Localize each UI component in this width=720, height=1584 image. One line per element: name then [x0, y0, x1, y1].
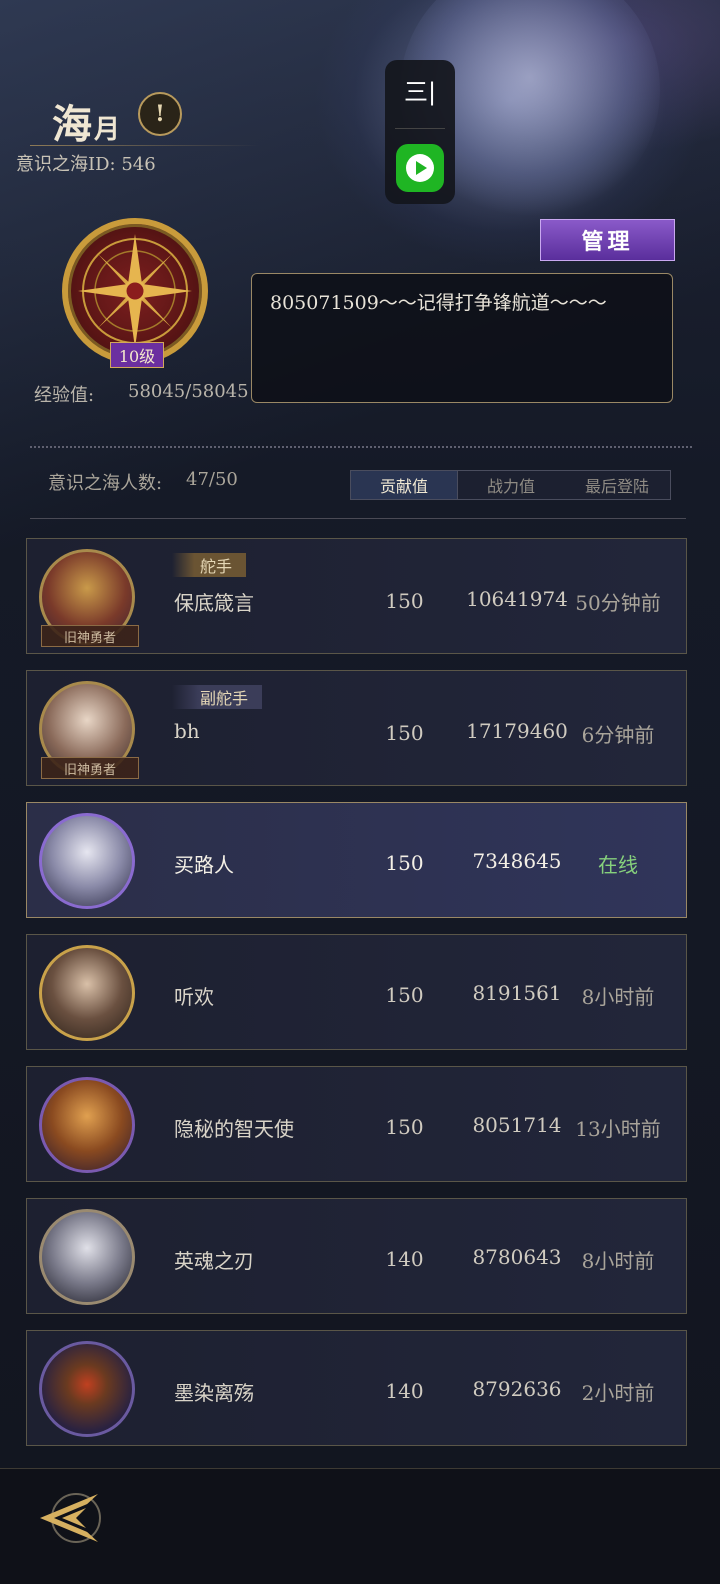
member-row[interactable]: 墨染离殇 140 8792636 2小时前: [26, 1330, 687, 1446]
member-name: 听欢: [174, 985, 214, 1009]
list-top-divider: [30, 518, 686, 519]
member-row[interactable]: 旧神勇者 舵手 保底箴言 150 10641974 50分钟前: [26, 538, 687, 654]
exp-label: 经验值:: [34, 385, 95, 406]
member-name: 墨染离殇: [174, 1381, 254, 1405]
manage-button[interactable]: 管理: [540, 219, 675, 261]
member-power: 8780643: [472, 1245, 562, 1269]
member-name: 英魂之刃: [174, 1249, 254, 1273]
warning-icon[interactable]: !: [138, 92, 182, 136]
member-count-label: 意识之海人数:: [48, 473, 163, 494]
tab-last-login[interactable]: 最后登陆: [564, 471, 670, 499]
member-contribution: 140: [385, 1247, 424, 1271]
member-name: 买路人: [174, 853, 234, 877]
tab-power[interactable]: 战力值: [458, 471, 564, 499]
member-last-login: 8小时前: [581, 985, 655, 1009]
member-row[interactable]: 听欢 150 8191561 8小时前: [26, 934, 687, 1050]
member-power: 8051714: [472, 1113, 562, 1137]
section-divider: [30, 446, 692, 448]
guild-notice-text: 805071509～～记得打争锋航道～～～: [270, 292, 607, 314]
member-last-login: 在线: [598, 853, 638, 877]
member-count-value: 47/50: [186, 469, 238, 490]
widget-divider: [395, 128, 445, 129]
member-row-self[interactable]: 买路人 150 7348645 在线: [26, 802, 687, 918]
app-logo-icon[interactable]: 三|: [399, 72, 441, 112]
exp-value: 58045/58045: [128, 381, 249, 402]
member-row[interactable]: 英魂之刃 140 8780643 8小时前: [26, 1198, 687, 1314]
member-last-login: 6分钟前: [581, 723, 655, 747]
floating-widget[interactable]: 三|: [385, 60, 455, 204]
member-avatar[interactable]: [39, 1209, 135, 1305]
role-tag: 舵手: [172, 553, 247, 577]
guild-level-badge: 10级: [110, 342, 164, 368]
member-contribution: 140: [385, 1379, 424, 1403]
role-tag: 副舵手: [172, 685, 263, 709]
member-row[interactable]: 隐秘的智天使 150 8051714 13小时前: [26, 1066, 687, 1182]
guild-id-label: 意识之海ID:: [16, 154, 116, 175]
member-row[interactable]: 旧神勇者 副舵手 bh 150 17179460 6分钟前: [26, 670, 687, 786]
back-arrow-icon[interactable]: [36, 1488, 102, 1548]
avatar-title-tag: 旧神勇者: [41, 625, 139, 647]
member-name: 保底箴言: [174, 591, 254, 615]
member-avatar[interactable]: [39, 813, 135, 909]
member-contribution: 150: [385, 589, 424, 613]
member-contribution: 150: [385, 851, 424, 875]
guild-notice[interactable]: 805071509～～记得打争锋航道～～～: [251, 273, 673, 403]
member-avatar[interactable]: [39, 1077, 135, 1173]
member-power: 8191561: [472, 981, 562, 1005]
member-contribution: 150: [385, 721, 424, 745]
member-last-login: 8小时前: [581, 1249, 655, 1273]
bottom-bar: [0, 1468, 720, 1584]
play-icon[interactable]: [396, 144, 444, 192]
member-power: 10641974: [466, 587, 568, 611]
guild-name-small: 月: [94, 115, 123, 145]
avatar-title-tag: 旧神勇者: [41, 757, 139, 779]
header-divider: [30, 145, 260, 146]
guild-id: 意识之海ID: 546: [16, 150, 156, 176]
member-name: bh: [174, 719, 200, 743]
member-avatar[interactable]: [39, 945, 135, 1041]
member-power: 7348645: [472, 849, 562, 873]
guild-id-value: 546: [121, 154, 156, 175]
tab-contribution[interactable]: 贡献值: [351, 471, 458, 499]
member-contribution: 150: [385, 1115, 424, 1139]
member-contribution: 150: [385, 983, 424, 1007]
sort-tabs: 贡献值 战力值 最后登陆: [350, 470, 671, 500]
member-power: 17179460: [466, 719, 568, 743]
guild-name: 海月: [52, 92, 122, 150]
member-power: 8792636: [472, 1377, 562, 1401]
guild-name-main: 海: [52, 101, 94, 148]
member-last-login: 13小时前: [575, 1117, 661, 1141]
member-last-login: 2小时前: [581, 1381, 655, 1405]
member-last-login: 50分钟前: [575, 591, 661, 615]
member-name: 隐秘的智天使: [174, 1117, 294, 1141]
member-avatar[interactable]: [39, 1341, 135, 1437]
